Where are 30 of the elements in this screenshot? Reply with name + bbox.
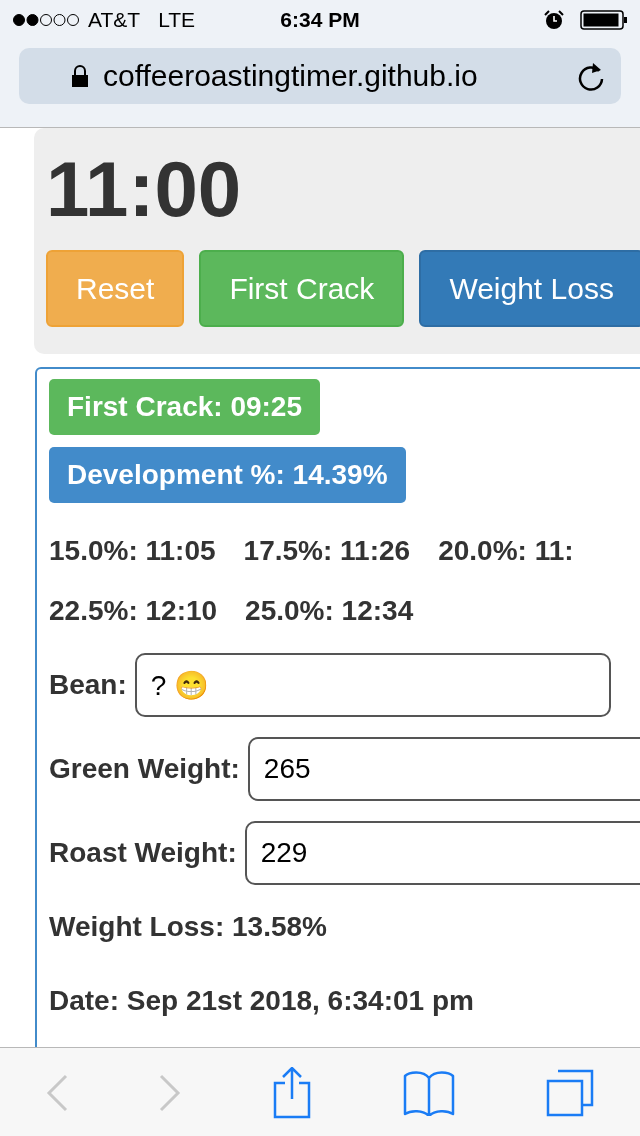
alarm-clock-icon [544, 10, 564, 30]
input-field[interactable]: 229 [244, 821, 640, 885]
target-time: 15.0%: 11:05 [49, 535, 216, 567]
timer-button[interactable]: Weight Loss [419, 250, 640, 327]
url-text: coffeeroastingtimer.github.io [103, 59, 479, 93]
weight-loss-text: Weight Loss: 13.58% [49, 911, 327, 943]
network-type: LTE [158, 8, 196, 32]
tabs-icon[interactable] [546, 1068, 595, 1117]
battery-icon [580, 10, 628, 30]
result-label: Development %: 14.39% [49, 447, 406, 503]
lock-icon [71, 65, 89, 87]
reload-icon[interactable] [577, 61, 605, 91]
signal-strength-icon [12, 13, 80, 27]
input-field[interactable]: 265 [247, 737, 640, 801]
target-time: 25.0%: 12:34 [245, 595, 414, 627]
date-text: Date: Sep 21st 2018, 6:34:01 pm [49, 985, 474, 1017]
target-time: 20.0%: 11: [438, 535, 574, 567]
field-label: Roast Weight: [49, 837, 237, 869]
input-field[interactable]: ? 😁 [134, 653, 611, 717]
carrier-name: AT&T [88, 8, 141, 32]
timer-display: 11:00 [46, 150, 243, 228]
field-label: Bean: [49, 669, 127, 701]
open-book-icon[interactable] [402, 1069, 455, 1116]
target-time: 17.5%: 11:26 [243, 535, 411, 567]
target-time: 22.5%: 12:10 [49, 595, 218, 627]
result-label: First Crack: 09:25 [49, 379, 320, 435]
status-time: 6:34 PM [280, 8, 360, 31]
share-icon[interactable] [273, 1066, 311, 1119]
address-bar[interactable]: coffeeroastingtimer.github.io [19, 48, 621, 104]
field-label: Green Weight: [49, 753, 240, 785]
